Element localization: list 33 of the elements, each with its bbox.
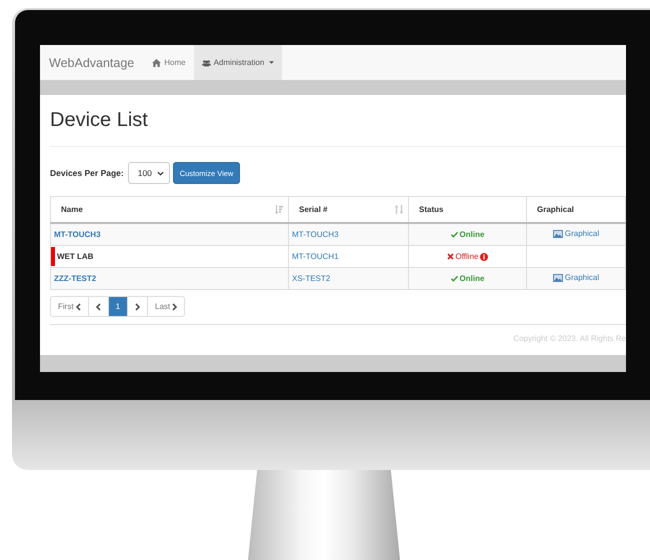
chevron-right-icon: [172, 302, 178, 310]
serial-link[interactable]: MT-TOUCH3: [292, 230, 339, 239]
device-name[interactable]: MT-TOUCH3: [54, 230, 101, 239]
image-icon: [552, 230, 563, 238]
status-text: Offline: [446, 252, 478, 260]
serial-link[interactable]: XS-TEST2: [292, 274, 330, 283]
chevron-right-icon: [135, 302, 140, 310]
status-text: Online: [450, 230, 484, 238]
check-icon: [450, 274, 458, 282]
cross-icon: [446, 252, 454, 260]
pagination-button[interactable]: 1: [108, 297, 128, 316]
device-name: WET LAB: [57, 252, 94, 261]
nav-item[interactable]: Administration: [194, 45, 282, 80]
serial-link[interactable]: MT-TOUCH1: [292, 252, 339, 261]
nav-item[interactable]: Home: [144, 45, 194, 80]
pagination-button[interactable]: First: [51, 297, 88, 316]
chevron-left-icon: [96, 302, 101, 310]
page-title: Device List: [50, 109, 149, 132]
pagination-button[interactable]: Last: [147, 297, 184, 316]
check-icon: [450, 230, 458, 238]
per-page-select[interactable]: 100: [128, 162, 170, 184]
brand-link[interactable]: WebAdvantage: [40, 56, 144, 70]
alert-marker: [51, 247, 55, 266]
device-name[interactable]: ZZZ-TEST2: [54, 274, 96, 283]
chevron-down-icon: [156, 170, 164, 176]
per-page-label: Devices Per Page:: [50, 168, 124, 178]
users-icon: [202, 58, 211, 66]
caret-icon: [269, 61, 274, 64]
image-icon: [552, 274, 563, 282]
info-icon[interactable]: [480, 252, 488, 260]
home-icon: [152, 58, 162, 66]
chevron-left-icon: [76, 302, 81, 310]
status-text: Online: [450, 274, 484, 282]
